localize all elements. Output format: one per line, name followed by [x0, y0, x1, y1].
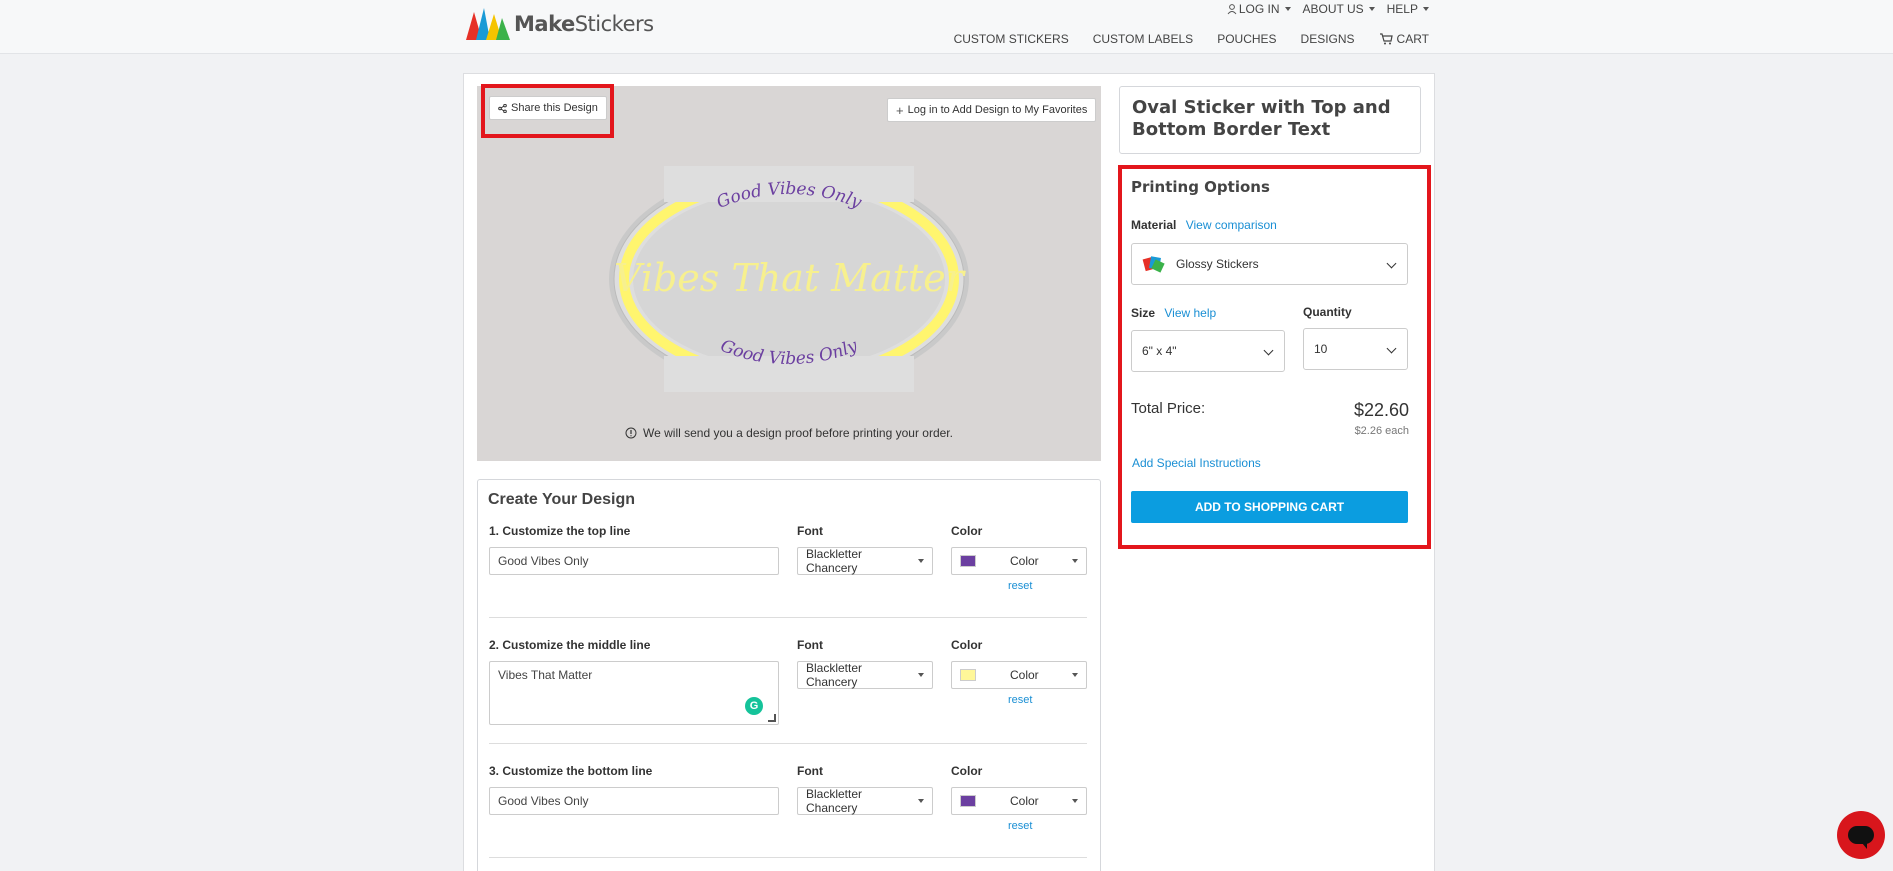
bottom-line-reset-link[interactable]: reset [1008, 820, 1032, 832]
chevron-down-icon [1263, 345, 1274, 356]
site-header: MakeStickers LOG IN ABOUT US HELP CUSTOM… [0, 0, 1893, 54]
nav-cart[interactable]: CART [1379, 32, 1429, 46]
add-special-instructions-link[interactable]: Add Special Instructions [1132, 456, 1261, 470]
top-line-label: 1. Customize the top line [489, 524, 631, 538]
chevron-down-icon [1386, 343, 1397, 354]
resize-handle-icon[interactable] [768, 714, 776, 722]
top-line-color-select[interactable]: Color [951, 547, 1087, 575]
bottom-line-color-swatch [960, 795, 976, 807]
caret-down-icon [1072, 559, 1078, 563]
logo[interactable]: MakeStickers [464, 6, 654, 42]
add-to-cart-button[interactable]: ADD TO SHOPPING CART [1131, 491, 1408, 523]
view-comparison-link[interactable]: View comparison [1186, 218, 1277, 232]
color-header: Color [951, 524, 983, 538]
divider [489, 743, 1087, 744]
proof-note: We will send you a design proof before p… [625, 426, 953, 440]
quantity-label: Quantity [1303, 305, 1352, 319]
middle-line-color-select[interactable]: Color [951, 661, 1087, 689]
middle-line-font-value: Blackletter Chancery [806, 661, 863, 689]
product-title-box: Oval Sticker with Top and Bottom Border … [1119, 86, 1421, 154]
sticker-middle-text: Vibes That Matter [614, 256, 967, 300]
material-select[interactable]: Glossy Stickers [1131, 243, 1408, 285]
bottom-line-color-label: Color [1010, 794, 1039, 808]
printing-options-title: Printing Options [1131, 178, 1270, 196]
info-icon [625, 427, 637, 439]
price-each: $2.26 each [1354, 425, 1409, 437]
plus-icon: + [896, 102, 904, 118]
add-to-favorites-label: Log in to Add Design to My Favorites [907, 104, 1088, 116]
material-value: Glossy Stickers [1176, 257, 1259, 271]
caret-down-icon [1423, 7, 1429, 11]
about-us-menu[interactable]: ABOUT US [1303, 2, 1375, 16]
grammarly-icon[interactable]: G [745, 697, 763, 715]
size-select[interactable]: 6" x 4" [1131, 330, 1285, 372]
help-menu[interactable]: HELP [1387, 2, 1429, 16]
font-header: Font [797, 524, 823, 538]
middle-line-reset-link[interactable]: reset [1008, 694, 1032, 706]
caret-down-icon [1368, 7, 1375, 11]
middle-line-color-label: Color [1010, 668, 1039, 682]
caret-down-icon [1284, 7, 1291, 11]
main-nav: CUSTOM STICKERS CUSTOM LABELS POUCHES DE… [954, 32, 1429, 46]
middle-line-color-swatch [960, 669, 976, 681]
size-value: 6" x 4" [1142, 344, 1177, 358]
nav-pouches[interactable]: POUCHES [1217, 32, 1276, 46]
font-header: Font [797, 638, 823, 652]
quantity-select[interactable]: 10 [1303, 328, 1408, 370]
nav-custom-stickers[interactable]: CUSTOM STICKERS [954, 32, 1069, 46]
top-line-input[interactable]: Good Vibes Only [489, 547, 779, 575]
middle-line-font-select[interactable]: Blackletter Chancery [797, 661, 933, 689]
sticker-preview: Good Vibes Only Vibes That Matter Good V… [609, 166, 969, 392]
middle-line-label: 2. Customize the middle line [489, 638, 651, 652]
material-label: Material View comparison [1131, 218, 1277, 232]
material-label-text: Material [1131, 218, 1177, 232]
logo-text: MakeStickers [514, 12, 654, 36]
color-header: Color [951, 764, 983, 778]
middle-line-textarea[interactable]: Vibes That Matter [489, 661, 779, 725]
product-title: Oval Sticker with Top and Bottom Border … [1132, 97, 1391, 140]
chat-bubble-icon [1848, 826, 1874, 849]
cart-icon [1379, 33, 1393, 45]
nav-designs[interactable]: DESIGNS [1301, 32, 1355, 46]
login-link[interactable]: LOG IN [1227, 2, 1291, 16]
total-price-label: Total Price: [1131, 400, 1206, 417]
bottom-line-input[interactable]: Good Vibes Only [489, 787, 779, 815]
bottom-line-color-select[interactable]: Color [951, 787, 1087, 815]
size-label-text: Size [1131, 306, 1156, 320]
caret-down-icon [1072, 673, 1078, 677]
chevron-down-icon [1386, 258, 1397, 269]
top-line-reset-link[interactable]: reset [1008, 580, 1032, 592]
nav-custom-labels[interactable]: CUSTOM LABELS [1093, 32, 1193, 46]
proof-note-text: We will send you a design proof before p… [643, 426, 953, 440]
divider [489, 617, 1087, 618]
size-label: Size View help [1131, 306, 1216, 320]
view-help-link[interactable]: View help [1164, 306, 1216, 320]
share-highlight-box [481, 84, 614, 138]
divider [489, 857, 1087, 858]
top-line-font-select[interactable]: Blackletter Chancery [797, 547, 933, 575]
caret-down-icon [918, 559, 924, 563]
logo-icon [466, 8, 510, 40]
add-to-favorites-button[interactable]: + Log in to Add Design to My Favorites [887, 98, 1097, 122]
create-design-title: Create Your Design [488, 491, 636, 508]
top-line-color-label: Color [1010, 554, 1039, 568]
top-line-font-value: Blackletter Chancery [806, 547, 863, 575]
caret-down-icon [918, 673, 924, 677]
caret-down-icon [918, 799, 924, 803]
glossy-stickers-icon [1142, 256, 1165, 273]
font-header: Font [797, 764, 823, 778]
quantity-value: 10 [1314, 342, 1328, 356]
user-icon [1227, 3, 1237, 14]
caret-down-icon [1072, 799, 1078, 803]
bottom-line-label: 3. Customize the bottom line [489, 764, 653, 778]
total-price-value: $22.60 [1353, 400, 1409, 420]
top-line-color-swatch [960, 555, 976, 567]
chat-button[interactable] [1837, 811, 1885, 859]
bottom-line-font-select[interactable]: Blackletter Chancery [797, 787, 933, 815]
top-nav: LOG IN ABOUT US HELP [1227, 2, 1429, 16]
bottom-line-font-value: Blackletter Chancery [806, 787, 863, 815]
color-header: Color [951, 638, 983, 652]
